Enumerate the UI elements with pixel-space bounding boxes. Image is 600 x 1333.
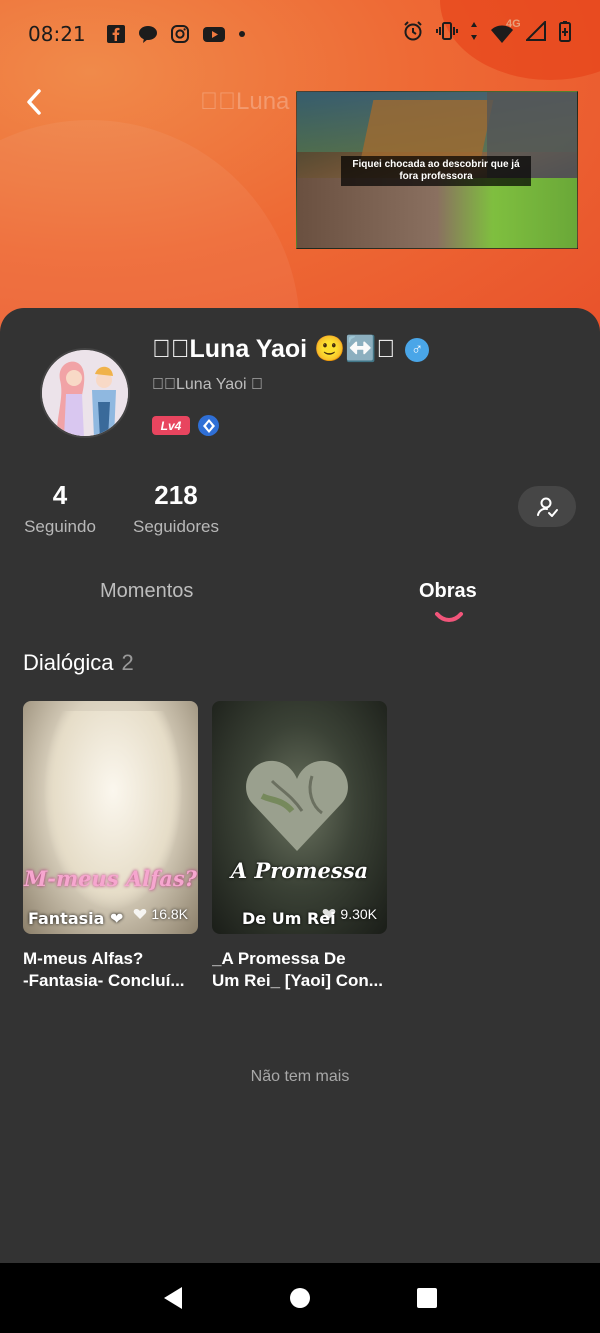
video-caption-line: fora professora: [399, 171, 473, 182]
video-frame-ground: [297, 178, 577, 248]
tab-moments[interactable]: Momentos: [100, 580, 193, 603]
video-caption-line: Fiquei chocada ao descobrir que já: [352, 159, 520, 170]
dot-icon: [238, 30, 246, 38]
following-count: 4: [52, 480, 68, 510]
heart-icon: [134, 909, 147, 919]
follow-button[interactable]: [518, 486, 576, 527]
work-title: M-meus Alfas? -Fantasia- Concluí...: [23, 948, 198, 992]
heart-icon: [323, 909, 336, 919]
view-count-value: 9.30K: [340, 906, 377, 922]
alarm-icon: [402, 20, 424, 48]
instagram-icon: [170, 24, 190, 44]
data-arrows-icon: [470, 21, 478, 47]
facebook-icon: [106, 24, 126, 44]
status-bar: 08:21 4G: [0, 0, 600, 68]
square-recents-icon: [416, 1288, 437, 1308]
diamond-icon: [198, 415, 219, 436]
circle-home-icon: [289, 1288, 310, 1308]
avatar[interactable]: [40, 348, 130, 438]
section-header: Dialógica 2: [23, 650, 134, 676]
back-button[interactable]: [18, 84, 50, 120]
battery-icon: [558, 20, 572, 48]
view-count-value: 16.8K: [151, 906, 188, 922]
work-card[interactable]: A Promessa De Um Rei 9.30K _A Promessa D…: [212, 701, 387, 992]
section-count: 2: [121, 650, 134, 675]
wifi-icon: 4G: [490, 18, 521, 44]
male-gender-icon: ♂: [405, 337, 430, 362]
work-cover: A Promessa De Um Rei 9.30K: [212, 701, 387, 934]
cover-title: M-meus Alfas?: [24, 866, 197, 891]
level-badge: Lv4: [152, 416, 190, 435]
status-time: 08:21: [28, 22, 86, 46]
stone-heart-illustration: [246, 760, 348, 851]
youtube-icon: [202, 24, 226, 44]
work-title-line: M-meus Alfas?: [23, 949, 144, 968]
video-caption: Fiquei chocada ao descobrir que já fora …: [341, 156, 531, 186]
system-navigation-bar: [0, 1263, 600, 1333]
work-title-line: _A Promessa De: [212, 949, 346, 968]
vibrate-icon: [436, 20, 458, 48]
chat-bubble-icon: [138, 24, 158, 44]
triangle-back-icon: [164, 1287, 183, 1309]
work-cover: M-meus Alfas? Fantasia ❤ 16.8K: [23, 701, 198, 934]
profile-name-row:   Luna Yaoi 🙂↔️  ♂: [152, 335, 430, 364]
user-check-icon: [537, 497, 558, 517]
view-count: 9.30K: [322, 906, 377, 922]
network-type-label: 4G: [506, 18, 521, 30]
video-frame-structure: [360, 100, 494, 160]
status-right-icons: 4G: [402, 18, 572, 48]
following-label: Seguindo: [24, 517, 96, 536]
end-of-list-text: Não tem mais: [250, 1068, 350, 1085]
nav-home-button[interactable]: [278, 1276, 322, 1320]
cover-title: A Promessa: [230, 858, 369, 883]
profile-name:   Luna Yaoi 🙂↔️ : [152, 335, 396, 363]
work-card[interactable]: M-meus Alfas? Fantasia ❤ 16.8K M-meus Al…: [23, 701, 198, 992]
work-title-line: Um Rei_ [Yaoi] Con...: [212, 971, 383, 991]
profile-subname:   Luna Yaoi  : [152, 376, 264, 393]
work-title: _A Promessa De Um Rei_ [Yaoi] Con...: [212, 948, 387, 992]
chevron-left-icon: [27, 89, 41, 115]
followers-stat[interactable]: 218 Seguidores: [130, 480, 222, 537]
section-title: Dialógica: [23, 650, 114, 675]
view-count: 16.8K: [133, 906, 188, 922]
work-title-line: -Fantasia- Concluí...: [23, 971, 185, 991]
active-tab-indicator: [434, 610, 464, 629]
following-stat[interactable]: 4 Seguindo: [22, 480, 98, 537]
header-title:   Luna Y: [200, 88, 312, 115]
followers-count: 218: [154, 480, 198, 510]
nav-back-button[interactable]: [151, 1276, 195, 1320]
nav-recents-button[interactable]: [405, 1276, 449, 1320]
signal-icon: [524, 19, 546, 47]
followers-label: Seguidores: [132, 517, 219, 536]
tab-works[interactable]: Obras: [419, 580, 477, 603]
video-preview[interactable]: Fiquei chocada ao descobrir que já fora …: [296, 91, 578, 249]
cover-subtitle: Fantasia ❤: [28, 909, 124, 928]
